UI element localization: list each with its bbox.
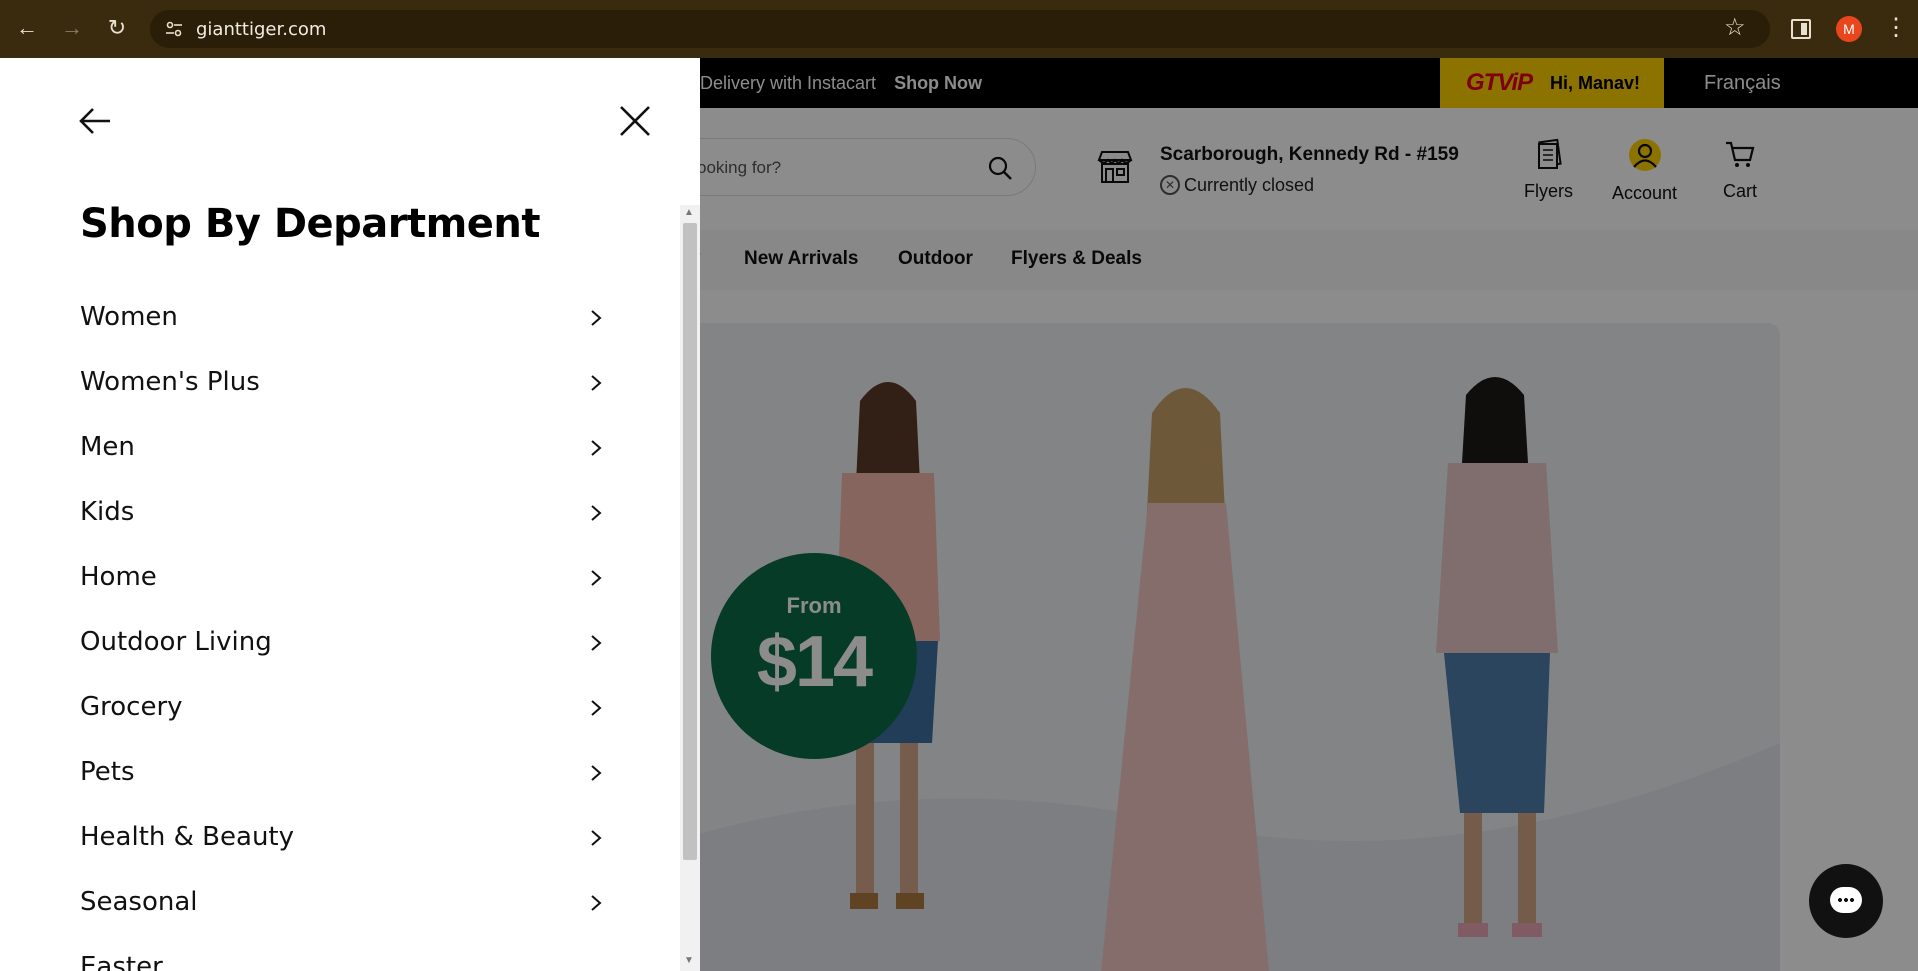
side-panel-icon[interactable] <box>1791 19 1811 39</box>
address-bar[interactable]: gianttiger.com <box>150 10 1770 48</box>
department-item-kids[interactable]: Kids <box>80 481 604 546</box>
chat-button[interactable] <box>1809 864 1883 938</box>
chat-bubble-icon <box>1830 887 1862 913</box>
chevron-right-icon <box>591 505 602 521</box>
site-info-icon[interactable] <box>164 19 184 39</box>
department-item-men[interactable]: Men <box>80 416 604 481</box>
chevron-right-icon <box>591 310 602 326</box>
department-drawer: Shop By Department Women Women's Plus Me… <box>0 58 700 971</box>
department-item-easter[interactable]: Easter <box>80 936 604 971</box>
department-item-seasonal[interactable]: Seasonal <box>80 871 604 936</box>
chevron-right-icon <box>591 765 602 781</box>
page: Delivery with Instacart Shop Now GTViP Hi… <box>0 58 1918 971</box>
department-item-women[interactable]: Women <box>80 286 604 351</box>
browser-menu-icon[interactable]: ⋮ <box>1884 14 1908 42</box>
department-list: Women Women's Plus Men Kids Home Outdoor… <box>80 286 604 971</box>
scroll-down-arrow-icon[interactable]: ▼ <box>684 955 694 966</box>
browser-toolbar: ← → ↻ gianttiger.com ☆ M ⋮ <box>0 0 1918 58</box>
department-item-grocery[interactable]: Grocery <box>80 676 604 741</box>
chevron-right-icon <box>591 830 602 846</box>
forward-arrow-icon[interactable]: → <box>57 13 87 43</box>
url-text[interactable]: gianttiger.com <box>196 19 326 40</box>
chevron-right-icon <box>591 375 602 391</box>
department-item-home[interactable]: Home <box>80 546 604 611</box>
department-item-womens-plus[interactable]: Women's Plus <box>80 351 604 416</box>
chevron-right-icon <box>591 895 602 911</box>
department-item-health-beauty[interactable]: Health & Beauty <box>80 806 604 871</box>
chevron-right-icon <box>591 570 602 586</box>
bookmark-star-icon[interactable]: ☆ <box>1724 14 1746 42</box>
back-arrow-icon[interactable]: ← <box>12 13 42 43</box>
chevron-right-icon <box>591 700 602 716</box>
chevron-right-icon <box>591 635 602 651</box>
department-item-outdoor-living[interactable]: Outdoor Living <box>80 611 604 676</box>
reload-icon[interactable]: ↻ <box>102 13 132 43</box>
scrollbar-thumb[interactable] <box>683 223 697 860</box>
drawer-scrollbar[interactable]: ▲ ▼ <box>680 205 700 971</box>
profile-avatar[interactable]: M <box>1836 16 1862 42</box>
chevron-right-icon <box>591 440 602 456</box>
department-item-pets[interactable]: Pets <box>80 741 604 806</box>
back-arrow-icon[interactable] <box>78 106 112 136</box>
scroll-up-arrow-icon[interactable]: ▲ <box>684 207 694 218</box>
drawer-title: Shop By Department <box>80 201 541 247</box>
close-icon[interactable] <box>618 104 652 138</box>
